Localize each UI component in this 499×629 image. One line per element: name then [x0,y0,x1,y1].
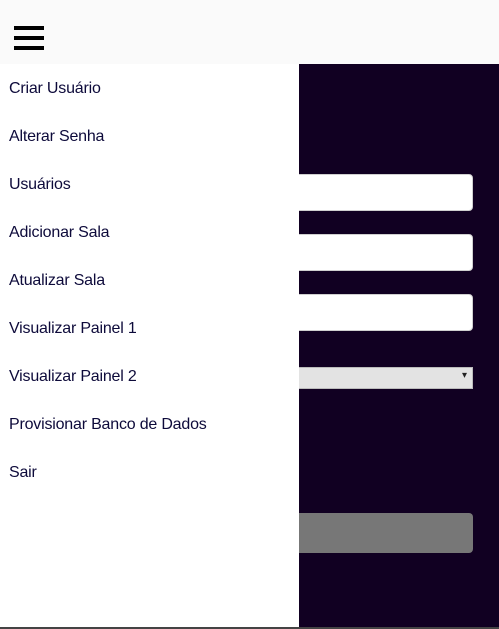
app-page: a ▾ Criar Usuário Alterar Senha Usuários… [0,0,499,629]
hamburger-line [14,26,44,30]
menu-item-provisionar-banco[interactable]: Provisionar Banco de Dados [9,416,207,434]
menu-item-criar-usuario[interactable]: Criar Usuário [9,80,101,98]
navigation-drawer: Criar Usuário Alterar Senha Usuários Adi… [0,64,299,627]
menu-item-atualizar-sala[interactable]: Atualizar Sala [9,272,105,290]
chevron-down-icon: ▾ [461,370,467,381]
menu-item-alterar-senha[interactable]: Alterar Senha [9,128,104,146]
hamburger-line [14,36,44,40]
menu-item-usuarios[interactable]: Usuários [9,176,71,194]
menu-item-visualizar-painel-2[interactable]: Visualizar Painel 2 [9,368,137,386]
menu-item-visualizar-painel-1[interactable]: Visualizar Painel 1 [9,320,137,338]
hamburger-line [14,46,44,50]
top-app-bar [0,0,499,64]
menu-item-adicionar-sala[interactable]: Adicionar Sala [9,224,110,242]
hamburger-icon[interactable] [14,26,44,52]
menu-item-sair[interactable]: Sair [9,464,37,482]
